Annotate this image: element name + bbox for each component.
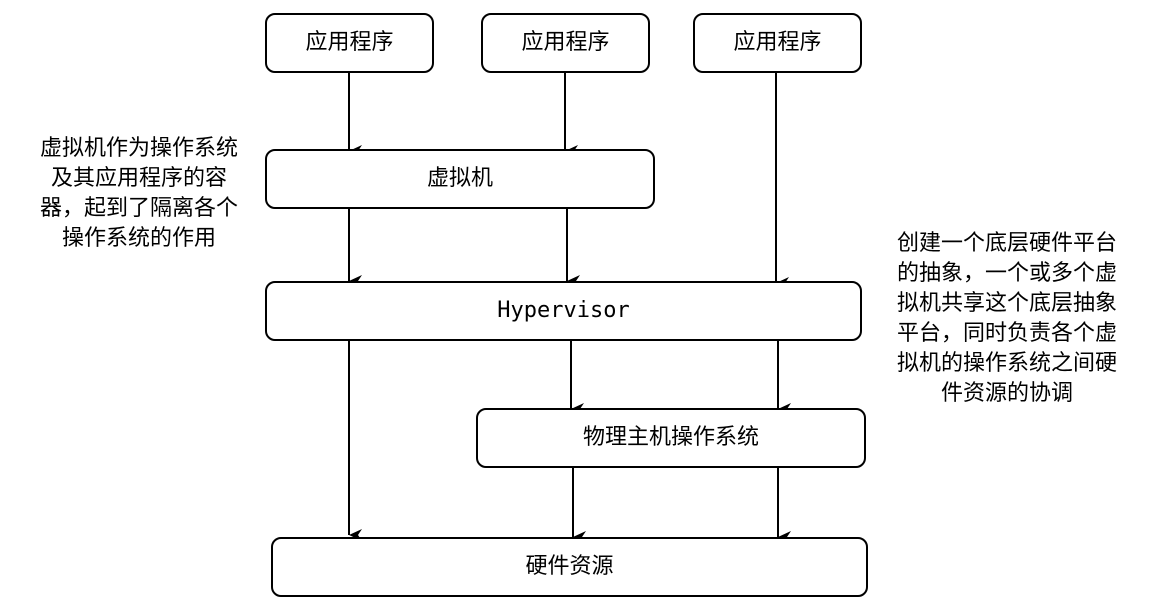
host-os-label: 物理主机操作系统 xyxy=(582,425,759,450)
application-box-1: 应用程序 xyxy=(265,13,434,73)
vm-annotation-line-3: 器，起到了隔离各个 xyxy=(39,196,238,221)
hardware-label: 硬件资源 xyxy=(525,554,614,579)
vm-annotation-line-2: 及其应用程序的容 xyxy=(50,166,227,191)
hypervisor-annotation-line-1: 创建一个底层硬件平台 xyxy=(896,231,1117,256)
hypervisor-label: Hypervisor xyxy=(497,298,630,323)
application-box-3: 应用程序 xyxy=(693,13,862,73)
application-label-2: 应用程序 xyxy=(521,30,610,55)
hypervisor-annotation-line-6: 件资源的协调 xyxy=(940,381,1073,406)
hypervisor-annotation-line-5: 拟机的操作系统之间硬 xyxy=(896,351,1117,376)
hypervisor-annotation: 创建一个底层硬件平台 的抽象，一个或多个虚 拟机共享这个底层抽象 平台，同时负责… xyxy=(872,229,1142,409)
virtual-machine-label: 虚拟机 xyxy=(426,166,493,191)
application-label-1: 应用程序 xyxy=(305,30,394,55)
hypervisor-annotation-line-3: 拟机共享这个底层抽象 xyxy=(896,291,1117,316)
hypervisor-annotation-line-2: 的抽象，一个或多个虚 xyxy=(896,261,1117,286)
vm-annotation: 虚拟机作为操作系统 及其应用程序的容 器，起到了隔离各个 操作系统的作用 xyxy=(20,134,258,254)
vm-annotation-line-1: 虚拟机作为操作系统 xyxy=(39,136,238,161)
hypervisor-box: Hypervisor xyxy=(265,281,862,341)
application-label-3: 应用程序 xyxy=(733,30,822,55)
host-os-box: 物理主机操作系统 xyxy=(476,408,866,468)
hardware-box: 硬件资源 xyxy=(271,537,868,597)
virtual-machine-box: 虚拟机 xyxy=(265,149,655,209)
vm-annotation-line-4: 操作系统的作用 xyxy=(61,226,216,251)
application-box-2: 应用程序 xyxy=(481,13,650,73)
hypervisor-annotation-line-4: 平台，同时负责各个虚 xyxy=(896,321,1117,346)
